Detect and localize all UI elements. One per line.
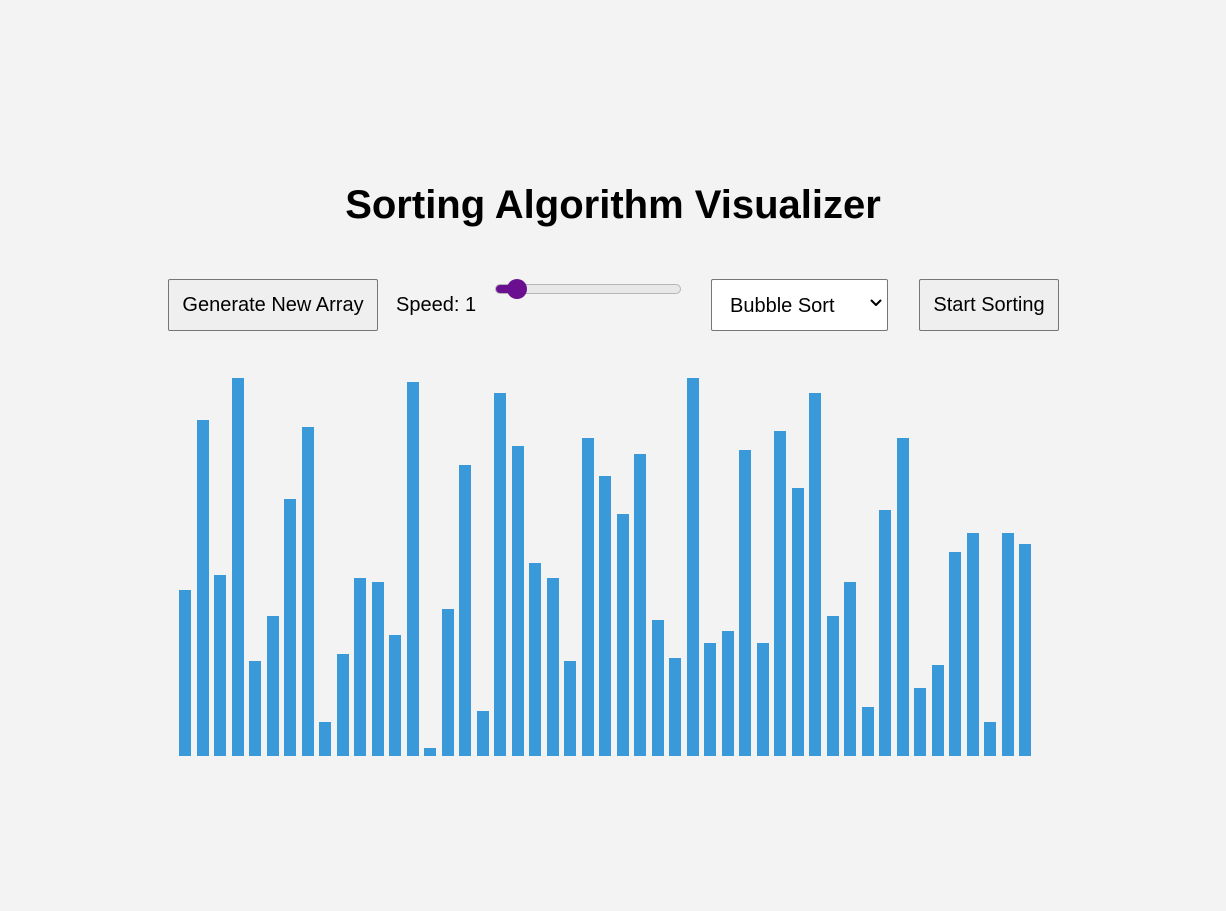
array-bar (879, 510, 891, 756)
array-bar (931, 665, 944, 756)
array-bar (774, 431, 786, 756)
page: Sorting Algorithm Visualizer Generate Ne… (0, 0, 1226, 911)
array-bar (686, 378, 699, 756)
array-bar (196, 420, 209, 756)
chevron-down-icon (870, 299, 882, 306)
array-bar (914, 688, 926, 756)
array-bar (616, 514, 629, 756)
speed-slider[interactable] (495, 279, 681, 299)
array-bar (249, 661, 261, 756)
array-bar (266, 616, 279, 756)
array-bar (389, 635, 401, 756)
array-bar (984, 722, 996, 756)
array-bar (406, 382, 419, 756)
array-bar (844, 582, 856, 756)
array-bar (284, 499, 296, 756)
array-bar (494, 393, 506, 756)
array-bar (949, 552, 961, 756)
array-bar (966, 533, 979, 756)
array-bar (476, 711, 489, 756)
algorithm-selected-value: Bubble Sort (730, 295, 835, 317)
generate-array-button[interactable]: Generate New Array (168, 279, 378, 331)
array-bar (599, 476, 611, 756)
array-bar (826, 616, 839, 756)
array-bar (564, 661, 576, 756)
array-bar (721, 631, 734, 756)
array-bar (581, 438, 594, 756)
array-bar (319, 722, 331, 756)
array-bar (809, 393, 821, 756)
array-bar (529, 563, 541, 756)
array-bar (546, 578, 559, 756)
array-bar (424, 748, 436, 756)
array-bar (651, 620, 664, 756)
array-bars (179, 378, 1050, 756)
array-bar (179, 590, 191, 756)
array-bar (756, 643, 769, 756)
array-bar (896, 438, 909, 756)
array-bar (214, 575, 226, 756)
array-bar (634, 454, 646, 756)
start-sorting-button[interactable]: Start Sorting (919, 279, 1059, 331)
array-bar (354, 578, 366, 756)
array-bar (1019, 544, 1031, 756)
speed-label: Speed: 1 (396, 294, 477, 316)
algorithm-select[interactable]: Bubble Sort (711, 279, 888, 331)
page-title: Sorting Algorithm Visualizer (345, 183, 881, 227)
array-bar (739, 450, 751, 756)
array-bar (861, 707, 874, 756)
array-bar (301, 427, 314, 756)
array-bar (511, 446, 524, 756)
array-bar (1001, 533, 1014, 756)
array-bar (231, 378, 244, 756)
array-bar (704, 643, 716, 756)
slider-thumb[interactable] (507, 279, 527, 299)
array-bar (791, 488, 804, 756)
array-bar (441, 609, 454, 756)
array-bar (669, 658, 681, 756)
array-bar (371, 582, 384, 756)
array-bar (336, 654, 349, 756)
array-bar (459, 465, 471, 756)
